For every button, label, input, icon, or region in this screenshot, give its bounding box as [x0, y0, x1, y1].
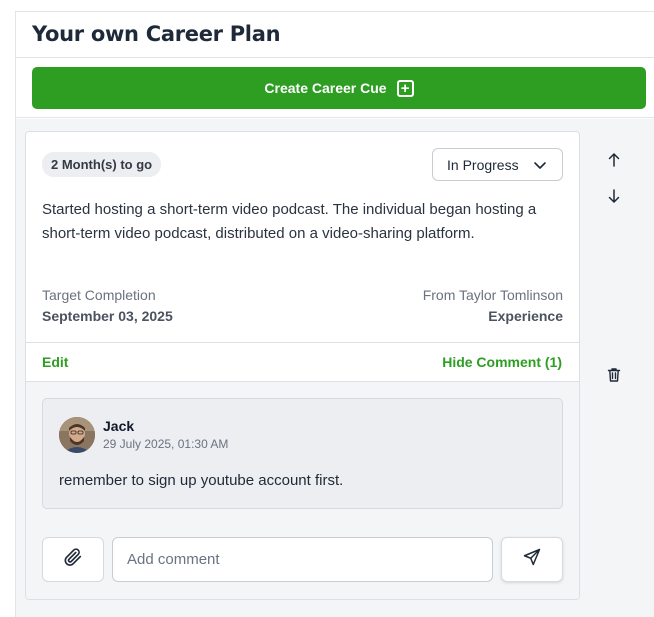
comment-input[interactable]	[112, 537, 493, 582]
career-cue-card: 2 Month(s) to go In Progress Started hos…	[25, 131, 580, 600]
comment-text: remember to sign up youtube account firs…	[59, 472, 344, 489]
attach-button[interactable]	[42, 537, 104, 582]
due-badge: 2 Month(s) to go	[42, 152, 162, 177]
target-completion: Target Completion September 03, 2025	[42, 287, 173, 324]
card-body: 2 Month(s) to go In Progress Started hos…	[26, 132, 579, 343]
status-select-value: In Progress	[447, 156, 519, 173]
page-title: Your own Career Plan	[32, 22, 281, 46]
paperclip-icon	[62, 546, 84, 573]
comment-timestamp: 29 July 2025, 01:30 AM	[103, 437, 229, 451]
avatar	[59, 417, 95, 453]
target-completion-label: Target Completion	[42, 287, 156, 303]
card-actions: Edit Hide Comment (1)	[26, 343, 579, 382]
cue-description: Started hosting a short-term video podca…	[42, 201, 537, 242]
send-button[interactable]	[501, 537, 563, 582]
arrow-up-icon[interactable]	[604, 150, 624, 170]
status-select[interactable]: In Progress	[432, 148, 563, 181]
comments-section: Jack 29 July 2025, 01:30 AM remember to …	[26, 382, 579, 599]
comment-item: Jack 29 July 2025, 01:30 AM remember to …	[42, 398, 563, 509]
cue-source: From Taylor Tomlinson Experience	[423, 287, 563, 324]
hide-comment-link[interactable]: Hide Comment (1)	[442, 354, 562, 370]
cue-source-label: From Taylor Tomlinson	[422, 287, 563, 303]
edit-link[interactable]: Edit	[42, 354, 68, 370]
comment-author: Jack	[103, 418, 135, 434]
create-career-cue-label: Create Career Cue	[264, 80, 387, 96]
trash-icon[interactable]	[604, 365, 624, 385]
cue-source-type: Experience	[488, 308, 563, 324]
page-header: Your own Career Plan	[16, 12, 654, 58]
send-icon	[522, 547, 542, 572]
chevron-down-icon	[533, 158, 547, 175]
create-career-cue-button[interactable]: Create Career Cue +	[32, 67, 646, 109]
plus-square-icon: +	[396, 79, 414, 97]
arrow-down-icon[interactable]	[604, 186, 624, 206]
create-bar: Create Career Cue +	[16, 58, 654, 118]
target-completion-date: September 03, 2025	[42, 308, 173, 324]
